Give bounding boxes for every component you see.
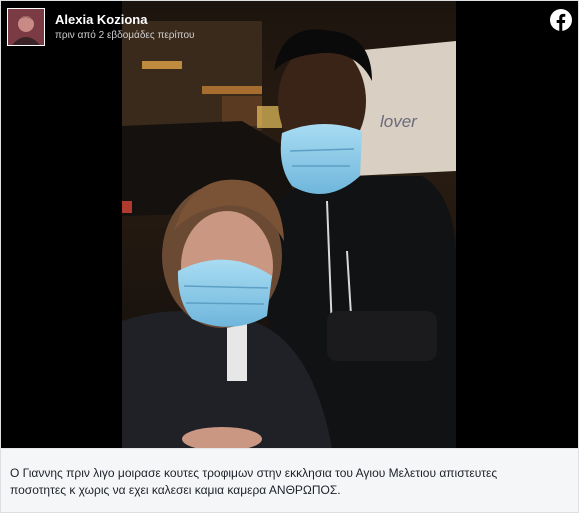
- facebook-icon[interactable]: [550, 9, 572, 31]
- post-caption: Ο Γιαννης πριν λιγο μοιρασε κουτες τροφι…: [1, 448, 578, 512]
- caption-text: Ο Γιαννης πριν λιγο μοιρασε κουτες τροφι…: [10, 466, 498, 497]
- avatar-image: [8, 9, 44, 45]
- facebook-post-embed: lover Alexia Koziona πριν από 2 εβδομάδε…: [0, 0, 579, 513]
- post-media[interactable]: lover Alexia Koziona πριν από 2 εβδομάδε…: [1, 1, 578, 448]
- post-timestamp[interactable]: πριν από 2 εβδομάδες περίπου: [55, 30, 195, 41]
- author-avatar[interactable]: [7, 8, 45, 46]
- post-header: Alexia Koziona πριν από 2 εβδομάδες περί…: [1, 1, 578, 49]
- post-photo[interactable]: lover: [122, 1, 456, 448]
- truck-sign-text: lover: [380, 112, 418, 131]
- author-name[interactable]: Alexia Koziona: [55, 12, 147, 27]
